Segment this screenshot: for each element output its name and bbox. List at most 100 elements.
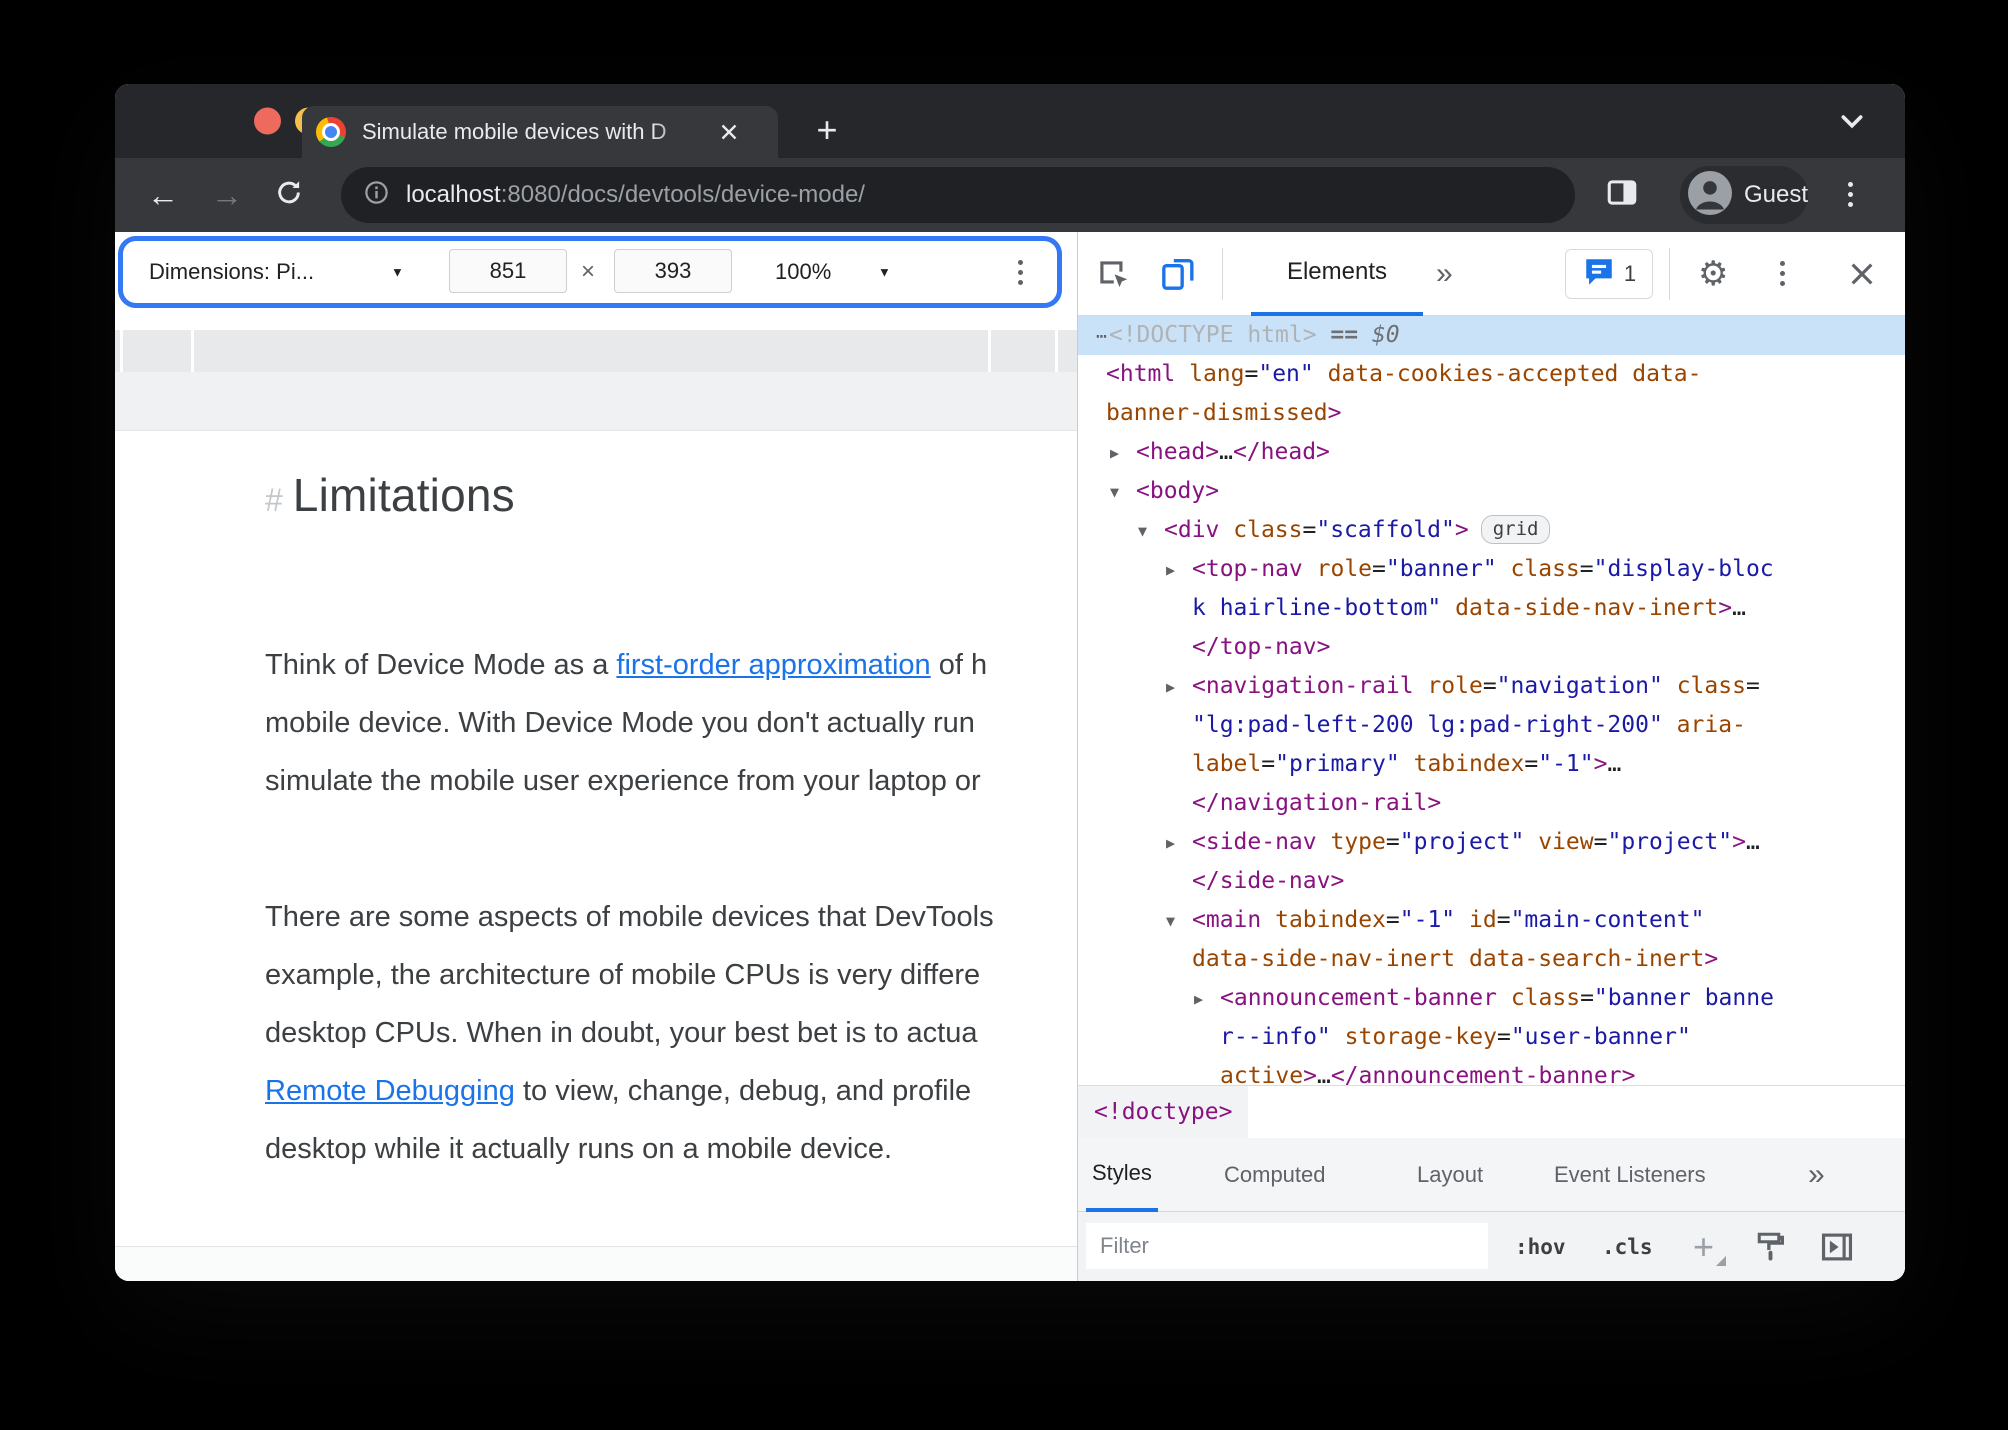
styles-filter-input[interactable] [1086, 1223, 1488, 1269]
browser-tab[interactable]: Simulate mobile devices with D [302, 106, 778, 158]
toggle-device-toolbar-icon[interactable] [1158, 254, 1198, 294]
dom-tree-row[interactable]: k hairline-bottom" data-side-nav-inert>… [1078, 589, 1905, 628]
dom-token-doctype: <!DOCTYPE html> [1108, 322, 1317, 348]
zoom-dropdown[interactable]: 100% [775, 259, 831, 285]
dom-token-attr: data-cookies-accepted [1327, 361, 1619, 387]
dom-tree-row[interactable]: "lg:pad-left-200 lg:pad-right-200" aria- [1078, 706, 1905, 745]
dom-token-tag: > [1454, 517, 1469, 543]
tab-computed[interactable]: Computed [1224, 1138, 1326, 1212]
collapse-arrow-icon[interactable]: ▼ [1138, 512, 1164, 551]
dom-token-attr: lang [1189, 361, 1245, 387]
new-tab-button[interactable]: + [803, 106, 851, 154]
address-bar[interactable]: localhost:8080/docs/devtools/device-mode… [341, 167, 1575, 223]
toggle-class-button[interactable]: .cls [1602, 1235, 1653, 1259]
dom-tree-row[interactable]: ▼ <div class="scaffold"> grid [1078, 511, 1905, 550]
dom-token-def [1219, 517, 1233, 543]
close-devtools-icon[interactable] [1846, 258, 1878, 290]
dom-tree-row[interactable]: ▶ <side-nav type="project" view="project"… [1078, 823, 1905, 862]
dom-tree-row[interactable]: ▶ <head>…</head> [1078, 433, 1905, 472]
dom-tree-row[interactable]: r--info" storage-key="user-banner" [1078, 1018, 1905, 1057]
inspect-element-icon[interactable] [1094, 255, 1132, 293]
side-panel-icon[interactable] [1605, 176, 1639, 215]
toggle-sidebar-icon[interactable] [1818, 1228, 1856, 1266]
close-window-button[interactable] [254, 107, 281, 135]
dom-tree-row[interactable]: active>…</announcement-banner> [1078, 1057, 1905, 1085]
toolbar-divider [1669, 248, 1670, 300]
heading-anchor-hash[interactable]: # [265, 482, 283, 519]
expand-arrow-icon[interactable]: ▶ [1166, 824, 1192, 863]
toggle-hover-state-button[interactable]: :hov [1515, 1235, 1566, 1259]
forward-icon[interactable]: → [211, 179, 243, 211]
dom-token-def [1441, 595, 1455, 621]
device-toolbar-menu-icon[interactable] [1018, 260, 1023, 285]
new-style-rule-button[interactable]: + [1693, 1226, 1727, 1268]
dom-token-attr: banner-dismissed [1106, 400, 1328, 426]
tab-title-fade [650, 106, 720, 158]
dom-token-val: "en" [1258, 361, 1314, 387]
dom-token-def [1317, 829, 1331, 855]
dom-token-def: = [1496, 907, 1511, 933]
paint-roller-icon[interactable] [1754, 1229, 1790, 1265]
text-link[interactable]: first-order approximation [616, 649, 930, 681]
tab-layout[interactable]: Layout [1417, 1138, 1483, 1212]
dom-tree-row[interactable]: ▶ <navigation-rail role="navigation" clas… [1078, 667, 1905, 706]
dom-token-def: = [1593, 829, 1608, 855]
more-panels-icon[interactable]: » [1436, 257, 1453, 291]
dom-token-def [1455, 946, 1469, 972]
expand-arrow-icon[interactable]: ▶ [1110, 434, 1136, 473]
dimensions-caret-icon[interactable]: ▼ [391, 265, 404, 280]
dom-tree-row[interactable]: data-side-nav-inert data-search-inert> [1078, 940, 1905, 979]
dom-tree-row[interactable]: </top-nav> [1078, 628, 1905, 667]
tab-styles[interactable]: Styles [1086, 1138, 1158, 1212]
dom-tree-row[interactable]: ▼ <body> [1078, 472, 1905, 511]
tab-search-chevron-icon[interactable] [1833, 102, 1871, 145]
text-link[interactable]: Remote Debugging [265, 1075, 515, 1107]
ruler-tick [988, 330, 991, 372]
collapse-arrow-icon[interactable]: ▼ [1110, 473, 1136, 512]
viewport-width-input[interactable] [449, 249, 567, 293]
dom-token-def: … [1732, 595, 1746, 621]
dom-token-attr: aria- [1676, 712, 1746, 738]
expand-arrow-icon[interactable]: ▶ [1166, 668, 1192, 707]
dom-token-val: "-1" [1538, 751, 1594, 777]
dom-token-val: "-1" [1399, 907, 1456, 933]
console-messages-badge[interactable]: 1 [1565, 249, 1653, 299]
dom-token-def: = [1261, 751, 1276, 777]
browser-menu-icon[interactable] [1848, 182, 1853, 207]
dom-tree-row[interactable]: ⋯ <!DOCTYPE html> == $0 [1078, 316, 1905, 355]
collapse-arrow-icon[interactable]: ▼ [1166, 902, 1192, 941]
dom-token-tag: <body> [1136, 478, 1220, 504]
devtools-toolbar: Elements » 1 ⚙ [1078, 232, 1905, 316]
more-style-tabs-icon[interactable]: » [1808, 1158, 1825, 1192]
paragraph: There are some aspects of mobile devices… [265, 888, 994, 1178]
site-info-icon[interactable] [363, 179, 390, 211]
profile-button[interactable]: Guest [1680, 166, 1808, 224]
dimensions-dropdown[interactable]: Dimensions: Pi... [149, 259, 314, 285]
dom-token-def [1331, 1024, 1345, 1050]
devtools-menu-icon[interactable] [1780, 261, 1785, 286]
dom-tree-row[interactable]: ▼ <main tabindex="-1" id="main-content" [1078, 901, 1905, 940]
dom-tree-row[interactable]: </side-nav> [1078, 862, 1905, 901]
dom-token-attr: class [1510, 556, 1580, 582]
reload-icon[interactable] [273, 177, 305, 214]
viewport-height-input[interactable] [614, 249, 732, 293]
expand-arrow-icon[interactable]: ▶ [1194, 980, 1220, 1019]
breadcrumb-doctype[interactable]: <!doctype> [1078, 1086, 1249, 1138]
back-icon[interactable]: ← [147, 179, 179, 211]
tab-event-listeners[interactable]: Event Listeners [1554, 1138, 1706, 1212]
settings-gear-icon[interactable]: ⚙ [1698, 254, 1728, 294]
dom-token-tag: > [1704, 946, 1719, 972]
dom-token-def: = [1579, 556, 1594, 582]
dom-tree-row[interactable]: banner-dismissed> [1078, 394, 1905, 433]
zoom-caret-icon[interactable]: ▼ [878, 265, 891, 280]
dom-tree-row[interactable]: label="primary" tabindex="-1">… [1078, 745, 1905, 784]
dom-tree-row[interactable]: ▶ <announcement-banner class="banner bann… [1078, 979, 1905, 1018]
dom-token-attr: id [1469, 907, 1497, 933]
expand-arrow-icon[interactable]: ▶ [1166, 551, 1192, 590]
tab-elements[interactable]: Elements [1251, 232, 1423, 316]
dom-tree-row[interactable]: ▶ <top-nav role="banner" class="display-b… [1078, 550, 1905, 589]
dom-tree-row[interactable]: </navigation-rail> [1078, 784, 1905, 823]
dom-token-def: = [1580, 985, 1594, 1011]
dom-tree-row[interactable]: <html lang="en" data-cookies-accepted da… [1078, 355, 1905, 394]
dom-token-def: = [1496, 1024, 1511, 1050]
